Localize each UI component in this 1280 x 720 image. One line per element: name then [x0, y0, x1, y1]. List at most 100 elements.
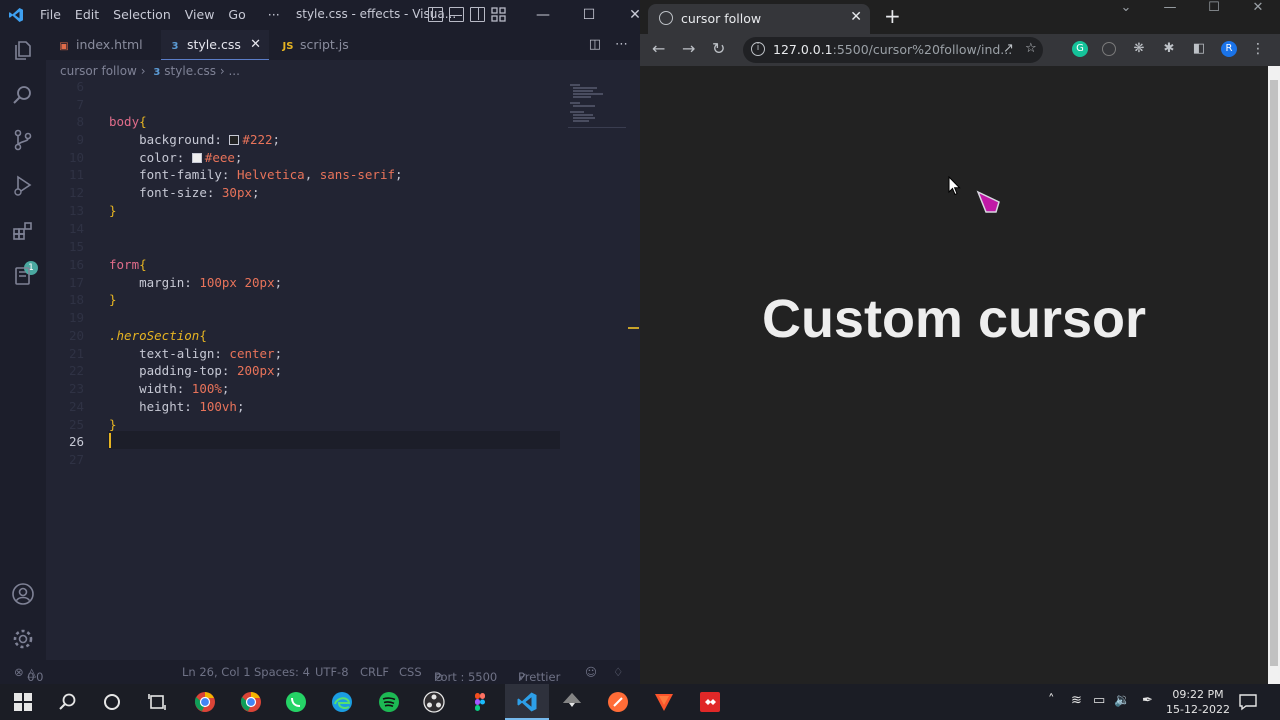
cortana-icon[interactable]: [101, 691, 123, 713]
volume-icon[interactable]: 🔉: [1114, 693, 1130, 708]
chrome-window-controls: ⌄ — ☐ ✕: [1104, 0, 1280, 18]
problems-indicator[interactable]: ⊗ 0 △ 0: [14, 665, 43, 684]
menu-go[interactable]: Go: [228, 7, 245, 22]
split-editor-icon[interactable]: ◫: [589, 37, 601, 52]
feedback-icon[interactable]: ☺: [585, 665, 597, 679]
figma-icon[interactable]: [469, 691, 491, 713]
close-tab-icon[interactable]: ✕: [850, 9, 862, 25]
web-page: Custom cursor: [640, 66, 1268, 684]
css-file-icon: 3: [171, 41, 179, 52]
color-swatch[interactable]: [229, 135, 240, 145]
grammarly-extension-icon[interactable]: G: [1072, 41, 1088, 57]
cursor-position[interactable]: Ln 26, Col 1: [182, 665, 251, 679]
menu-selection[interactable]: Selection: [113, 7, 171, 22]
address-bar[interactable]: i 127.0.0.1:5500/cursor%20follow/ind... …: [743, 37, 1043, 63]
postman-icon[interactable]: [607, 691, 629, 713]
reload-icon[interactable]: ↻: [712, 39, 725, 58]
task-view-icon[interactable]: [146, 691, 168, 713]
brave-icon[interactable]: [653, 691, 675, 713]
notification-center-icon[interactable]: [1238, 692, 1258, 712]
chrome-menu-icon[interactable]: ⋮: [1250, 41, 1266, 57]
new-tab-plus-icon[interactable]: +: [884, 4, 901, 28]
more-actions-icon[interactable]: ⋯: [615, 37, 628, 52]
search-icon[interactable]: [11, 83, 35, 107]
back-arrow-icon[interactable]: ←: [652, 39, 665, 58]
page-scrollbar[interactable]: [1268, 66, 1280, 684]
breadcrumb-symbol[interactable]: ...: [228, 64, 239, 78]
extensions-icon[interactable]: [11, 219, 35, 243]
breadcrumb-file[interactable]: style.css: [164, 64, 216, 78]
maximize-icon[interactable]: ☐: [1192, 0, 1236, 18]
code-editor[interactable]: 6 7 8 body{ 9 background: #222; 10 color:…: [46, 78, 640, 660]
chrome-profile-icon[interactable]: [194, 691, 216, 713]
show-hidden-icons-chevron-icon[interactable]: ˄: [1048, 693, 1055, 708]
accounts-icon[interactable]: [11, 582, 35, 606]
spotify-icon[interactable]: [378, 691, 400, 713]
menu-more[interactable]: ···: [268, 7, 280, 22]
toggle-panel-icon[interactable]: [449, 7, 464, 22]
anydesk-icon[interactable]: [699, 691, 721, 713]
minimize-icon[interactable]: —: [1148, 0, 1192, 18]
remote-explorer-icon[interactable]: [11, 264, 35, 288]
toggle-sidebar-icon[interactable]: [428, 7, 443, 22]
minimize-icon[interactable]: —: [520, 0, 566, 30]
extensions-puzzle-icon[interactable]: ✱: [1161, 41, 1177, 57]
code-line: 23 width: 100%;: [68, 381, 230, 396]
code-line: 10 color: #eee;: [68, 150, 243, 165]
breadcrumb: cursor follow › 3 style.css › ...: [60, 64, 240, 78]
encoding[interactable]: UTF-8: [315, 665, 349, 679]
scrollbar-thumb[interactable]: [1270, 80, 1278, 666]
extension-circle-icon[interactable]: [1102, 42, 1116, 56]
customize-layout-icon[interactable]: [491, 7, 506, 22]
maximize-icon[interactable]: ☐: [566, 0, 612, 30]
settings-gear-icon[interactable]: [11, 627, 35, 651]
profile-avatar[interactable]: R: [1221, 41, 1237, 57]
close-icon[interactable]: ✕: [1236, 0, 1280, 18]
chrome-icon[interactable]: [240, 691, 262, 713]
tab-style-css[interactable]: 3 style.css ✕: [161, 30, 269, 60]
color-swatch[interactable]: [191, 153, 202, 163]
line-ending[interactable]: CRLF: [360, 665, 389, 679]
source-control-icon[interactable]: [11, 128, 35, 152]
hero-heading: Custom cursor: [761, 289, 1147, 349]
run-debug-icon[interactable]: [11, 173, 35, 197]
obs-studio-icon[interactable]: [423, 691, 445, 713]
windows-start-icon[interactable]: [12, 691, 34, 713]
system-clock[interactable]: 09:22 PM 15-12-2022: [1166, 687, 1230, 717]
code-line: 8 body{: [76, 114, 147, 129]
vscode-logo-icon: [9, 8, 23, 22]
editor-actions: ◫ ⋯: [589, 37, 628, 52]
whatsapp-icon[interactable]: [285, 691, 307, 713]
vscode-taskbar-icon[interactable]: [516, 691, 538, 713]
edge-icon[interactable]: [331, 691, 353, 713]
site-info-icon[interactable]: i: [751, 42, 765, 56]
language-mode[interactable]: CSS: [399, 665, 422, 679]
wifi-icon[interactable]: ≋: [1071, 693, 1082, 708]
close-tab-icon[interactable]: ✕: [250, 30, 261, 60]
bookmark-star-icon[interactable]: ☆: [1025, 41, 1037, 56]
tab-search-chevron-icon[interactable]: ⌄: [1104, 0, 1148, 18]
url-path: :5500/cursor%20follow/ind...: [832, 42, 1013, 57]
explorer-icon[interactable]: [11, 38, 35, 62]
forward-arrow-icon[interactable]: →: [682, 39, 695, 58]
indentation[interactable]: Spaces: 4: [254, 665, 310, 679]
tab-index-html[interactable]: ▣ index.html: [54, 30, 160, 60]
menu-edit[interactable]: Edit: [75, 7, 99, 22]
share-icon[interactable]: ↗: [1003, 41, 1014, 56]
battery-icon[interactable]: ▭: [1093, 693, 1105, 708]
toggle-secondary-sidebar-icon[interactable]: [470, 7, 485, 22]
search-icon[interactable]: [57, 691, 79, 713]
inkscape-icon[interactable]: [561, 691, 583, 713]
tab-script-js[interactable]: JS script.js: [276, 30, 376, 60]
browser-tab[interactable]: cursor follow ✕: [648, 4, 870, 34]
menu-file[interactable]: File: [40, 7, 61, 22]
react-devtools-icon[interactable]: ❋: [1131, 41, 1147, 57]
side-panel-icon[interactable]: ◧: [1191, 41, 1207, 57]
code-line: 16 form{: [68, 257, 147, 272]
notifications-bell-icon[interactable]: ♢: [613, 665, 623, 679]
pen-icon[interactable]: ✒: [1142, 693, 1153, 708]
minimap[interactable]: [568, 80, 628, 130]
globe-icon: [659, 11, 673, 25]
breadcrumb-folder[interactable]: cursor follow: [60, 64, 137, 78]
menu-view[interactable]: View: [185, 7, 215, 22]
